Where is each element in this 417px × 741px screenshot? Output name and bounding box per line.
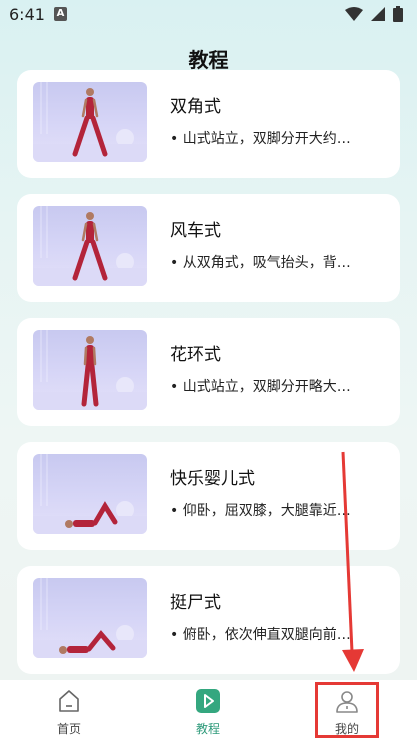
- tutorial-card-2[interactable]: 风车式 • 从双角式，吸气抬头，背…: [17, 194, 400, 302]
- pose-thumbnail: [33, 578, 147, 658]
- signal-icon: [371, 7, 385, 21]
- card-title: 风车式: [170, 221, 221, 241]
- card-description: • 山式站立，双脚分开略大…: [170, 379, 351, 395]
- pose-thumbnail: [33, 82, 147, 162]
- tab-home[interactable]: 首页: [19, 680, 119, 741]
- status-time: 6:41: [9, 5, 45, 24]
- tutorial-list[interactable]: 双角式 • 山式站立，双脚分开大约… 风车式 • 从双角式，吸气抬头，背… 花环…: [0, 70, 417, 680]
- card-description: • 从双角式，吸气抬头，背…: [170, 255, 351, 271]
- card-description: • 山式站立，双脚分开大约…: [170, 131, 351, 147]
- status-bar: 6:41 A: [0, 0, 417, 30]
- wifi-icon: [345, 7, 363, 21]
- tutorial-card-3[interactable]: 花环式 • 山式站立，双脚分开略大…: [17, 318, 400, 426]
- battery-icon: [393, 6, 403, 22]
- play-icon: [196, 689, 220, 713]
- card-description: • 俯卧，依次伸直双腿向前…: [170, 627, 351, 643]
- card-title: 挺尸式: [170, 593, 221, 613]
- card-title: 快乐婴儿式: [170, 469, 255, 489]
- page-title: 教程: [188, 48, 229, 72]
- tutorial-card-4[interactable]: 快乐婴儿式 • 仰卧，屈双膝，大腿靠近…: [17, 442, 400, 550]
- pose-thumbnail: [33, 206, 147, 286]
- pose-thumbnail: [33, 330, 147, 410]
- tab-tutorial-label: 教程: [195, 722, 220, 736]
- annotation-highlight-box: [315, 682, 379, 738]
- pose-thumbnail: [33, 454, 147, 534]
- status-icons: [345, 6, 403, 22]
- card-title: 双角式: [170, 97, 221, 117]
- app-notification-icon: A: [54, 7, 67, 21]
- tutorial-card-1[interactable]: 双角式 • 山式站立，双脚分开大约…: [17, 70, 400, 178]
- tab-tutorial[interactable]: 教程: [158, 680, 258, 741]
- tab-home-label: 首页: [56, 722, 81, 736]
- card-title: 花环式: [170, 345, 221, 365]
- home-icon: [59, 690, 79, 712]
- tutorial-card-5[interactable]: 挺尸式 • 俯卧，依次伸直双腿向前…: [17, 566, 400, 674]
- card-description: • 仰卧，屈双膝，大腿靠近…: [170, 503, 351, 519]
